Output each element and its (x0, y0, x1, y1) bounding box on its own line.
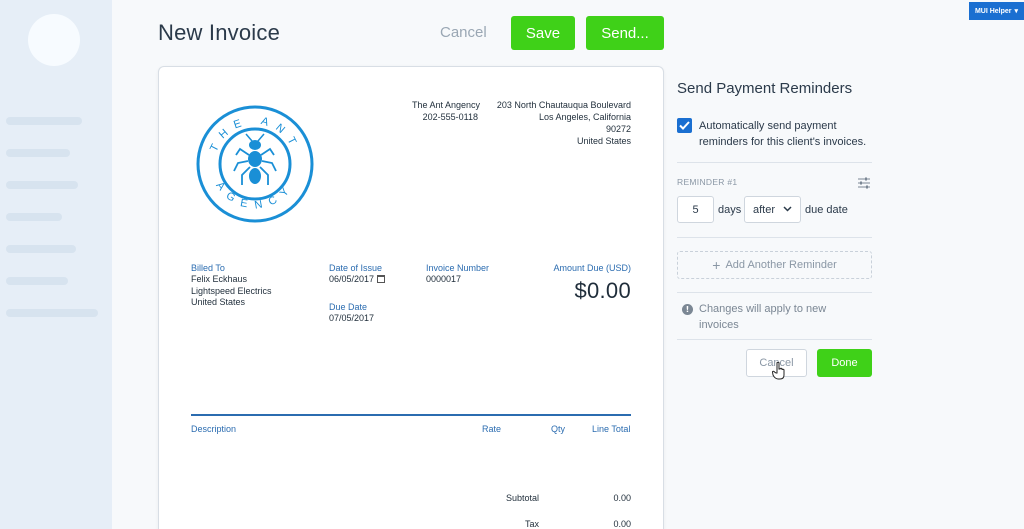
column-header-description: Description (191, 424, 237, 434)
date-of-issue[interactable]: Date of Issue 06/05/2017 (329, 262, 386, 286)
ant-icon (233, 133, 277, 185)
amount-due-value: $0.00 (574, 278, 631, 303)
sidebar-item[interactable] (6, 149, 70, 157)
send-button[interactable]: Send... (586, 16, 664, 50)
sidebar-item[interactable] (6, 117, 82, 125)
divider (677, 162, 872, 163)
invoice-number[interactable]: Invoice Number 0000017 (426, 262, 489, 286)
company-logo: THE ANT AGENCY (196, 105, 314, 223)
helper-badge-label: MUI Helper (974, 7, 1012, 15)
caret-down-icon: ▾ (1014, 8, 1019, 15)
due-date[interactable]: Due Date 07/05/2017 (329, 301, 374, 325)
address-line: United States (576, 136, 631, 146)
date-of-issue-value: 06/05/2017 (329, 274, 375, 284)
auto-reminder-label: Automatically send payment reminders for… (699, 120, 867, 148)
info-text: Changes will apply to new invoices (699, 303, 827, 331)
sidebar-item[interactable] (6, 309, 98, 317)
invoice-number-label: Invoice Number (426, 263, 490, 273)
days-input[interactable]: 5 (677, 196, 714, 223)
plus-icon: + (712, 257, 721, 273)
column-header-line-total: Line Total (592, 424, 631, 434)
amount-due: Amount Due (USD) $0.00 (520, 262, 631, 304)
billed-to-label: Billed To (191, 263, 225, 273)
divider (677, 237, 872, 238)
days-label: days (718, 204, 742, 216)
divider (677, 292, 872, 293)
table-divider (191, 414, 631, 416)
billed-to-line: Lightspeed Electrics (191, 285, 272, 296)
divider (677, 339, 872, 340)
subtotal-value: 0.00 (613, 493, 631, 503)
hand-cursor-icon (772, 362, 785, 380)
column-header-rate: Rate (482, 424, 502, 434)
company-address: 203 North Chautauqua Boulevard Los Angel… (480, 99, 631, 147)
sidebar (0, 0, 112, 529)
company-phone: 202-555-0118 (422, 112, 478, 122)
due-date-text: due date (805, 204, 848, 216)
info-icon: ! (682, 304, 693, 315)
calendar-icon[interactable] (377, 275, 386, 283)
chevron-down-icon (783, 206, 792, 212)
cancel-button[interactable]: Cancel (440, 24, 487, 41)
reminder-label: REMINDER #1 (677, 177, 738, 187)
add-reminder-button[interactable]: + Add Another Reminder (677, 251, 872, 279)
page-title: New Invoice (158, 20, 281, 45)
billed-to[interactable]: Billed To Felix Eckhaus Lightspeed Elect… (191, 262, 272, 309)
billed-to-line: Felix Eckhaus (191, 274, 248, 284)
sidebar-item[interactable] (6, 245, 76, 253)
address-line: 90272 (605, 124, 631, 134)
column-header-qty: Qty (551, 424, 566, 434)
sidebar-item[interactable] (6, 277, 68, 285)
add-reminder-label: Add Another Reminder (725, 259, 837, 271)
timing-select[interactable]: after (744, 196, 801, 223)
save-button[interactable]: Save (511, 16, 575, 50)
subtotal-label: Subtotal (505, 493, 539, 503)
done-button[interactable]: Done (817, 349, 872, 377)
sliders-icon[interactable] (857, 177, 871, 189)
tax-value: 0.00 (613, 519, 631, 529)
auto-reminder-checkbox[interactable] (677, 118, 692, 133)
invoice-number-value: 0000017 (426, 274, 462, 284)
reminders-title: Send Payment Reminders (677, 80, 853, 97)
avatar[interactable] (28, 14, 80, 66)
logo-bottom-text: AGENCY (213, 180, 296, 212)
amount-due-label: Amount Due (USD) (553, 263, 631, 273)
address-line: 203 North Chautauqua Boulevard (496, 100, 631, 110)
sidebar-item[interactable] (6, 213, 62, 221)
checkmark-icon (679, 121, 690, 130)
billed-to-line: United States (191, 297, 246, 307)
sidebar-item[interactable] (6, 181, 78, 189)
date-of-issue-label: Date of Issue (329, 263, 383, 273)
due-date-value: 07/05/2017 (329, 313, 375, 323)
company-name: The Ant Angency (411, 100, 480, 110)
tax-label: Tax (524, 519, 539, 529)
due-date-label: Due Date (329, 302, 368, 312)
timing-select-value: after (753, 203, 776, 216)
helper-badge[interactable]: MUI Helper ▾ (969, 2, 1024, 20)
address-line: Los Angeles, California (538, 112, 631, 122)
